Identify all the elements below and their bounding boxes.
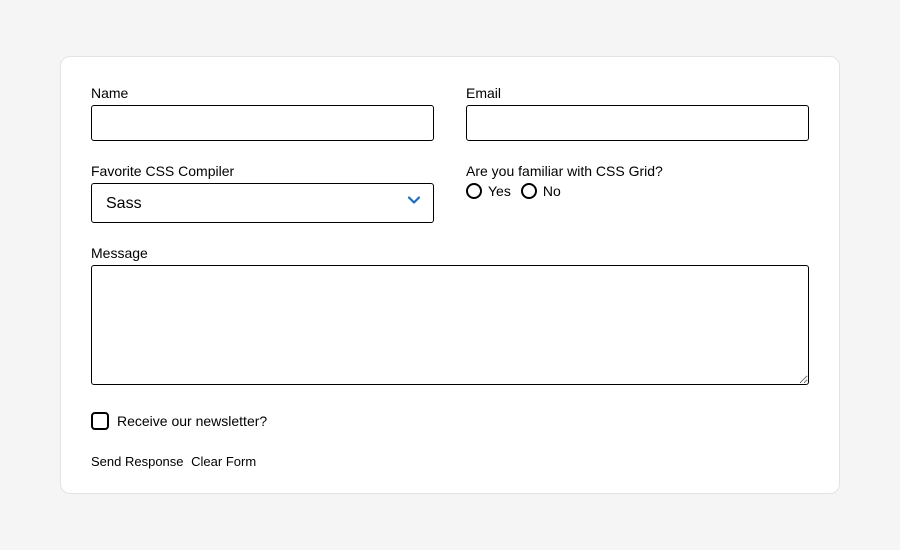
submit-button[interactable]: Send Response [91, 454, 184, 469]
field-message: Message [91, 245, 809, 390]
input-name[interactable] [91, 105, 434, 141]
radio-no[interactable] [521, 183, 537, 199]
radio-yes[interactable] [466, 183, 482, 199]
field-grid-familiar: Are you familiar with CSS Grid? Yes No [466, 163, 809, 223]
row-compiler-grid: Favorite CSS Compiler Sass Are you famil… [91, 163, 809, 223]
field-name: Name [91, 85, 434, 141]
select-wrap-compiler: Sass [91, 183, 434, 223]
field-email: Email [466, 85, 809, 141]
label-compiler: Favorite CSS Compiler [91, 163, 434, 179]
label-message: Message [91, 245, 809, 261]
radio-label-no: No [543, 183, 561, 199]
textarea-message[interactable] [91, 265, 809, 385]
clear-button[interactable]: Clear Form [191, 454, 256, 469]
row-name-email: Name Email [91, 85, 809, 141]
label-grid-familiar: Are you familiar with CSS Grid? [466, 163, 809, 179]
checkbox-newsletter[interactable] [91, 412, 109, 430]
radio-group-grid: Yes No [466, 183, 809, 199]
label-newsletter: Receive our newsletter? [117, 413, 267, 429]
field-newsletter: Receive our newsletter? [91, 412, 809, 430]
form-card: Name Email Favorite CSS Compiler Sass Ar… [60, 56, 840, 494]
input-email[interactable] [466, 105, 809, 141]
select-compiler[interactable]: Sass [91, 183, 434, 223]
field-compiler: Favorite CSS Compiler Sass [91, 163, 434, 223]
label-email: Email [466, 85, 809, 101]
radio-label-yes: Yes [488, 183, 511, 199]
form-actions: Send Response Clear Form [91, 454, 809, 469]
label-name: Name [91, 85, 434, 101]
